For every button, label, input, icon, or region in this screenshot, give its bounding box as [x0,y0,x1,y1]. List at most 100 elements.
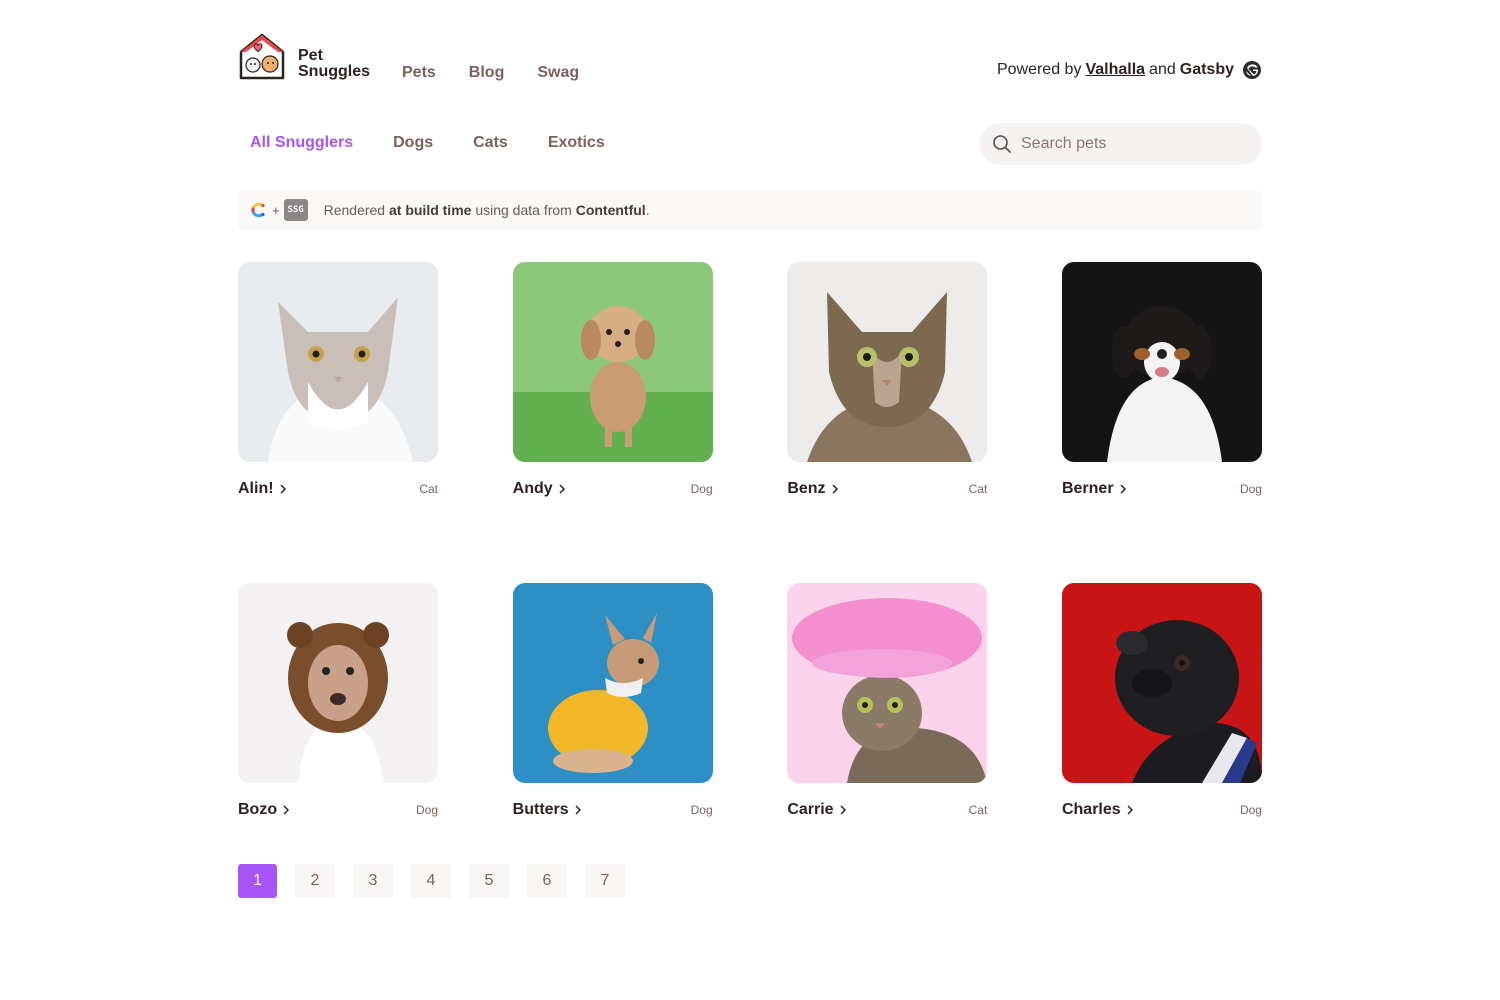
pet-photo[interactable] [512,583,713,783]
pet-meta: Benz Cat [787,480,987,498]
pet-name: Carrie [787,801,834,818]
pet-snuggles-logo[interactable] [238,32,286,80]
page-3-button[interactable]: 3 [353,864,393,898]
pet-card[interactable]: Carrie Cat [787,583,988,819]
gatsby-icon[interactable] [1242,60,1262,80]
page-7-button[interactable]: 7 [585,864,625,898]
chevron-right-icon [280,484,286,494]
pet-name-link[interactable]: Berner [1062,480,1127,498]
pet-card[interactable]: Alin! Cat [238,262,438,498]
gatsby-label: Gatsby [1179,61,1234,78]
pet-name-link[interactable]: Charles [1062,801,1134,819]
powered-by: Powered by Valhalla and Gatsby [997,60,1262,80]
render-info-banner: + SSG Rendered at build time using data … [238,190,1262,230]
pet-meta: Carrie Cat [787,801,987,819]
pet-name-link[interactable]: Andy [513,480,566,498]
chevron-right-icon [1120,484,1126,494]
pet-type: Dog [415,803,438,817]
banner-text-1: Rendered [323,202,386,218]
search-box[interactable] [980,123,1262,165]
pet-card[interactable]: Charles Dog [1061,583,1262,819]
pet-name: Berner [1061,480,1114,497]
banner-text-2: using data from [475,202,572,218]
nav-pets[interactable]: Pets [402,64,436,82]
filter-cats[interactable]: Cats [473,134,508,152]
cat-photo [238,262,438,462]
pet-card[interactable]: Berner Dog [1061,262,1262,498]
chevron-right-icon [283,805,290,815]
filter-all-snugglers[interactable]: All Snugglers [250,134,353,152]
search-icon [993,135,1011,153]
pet-name: Benz [787,480,826,497]
page-6-button[interactable]: 6 [527,864,567,898]
nav-swag[interactable]: Swag [537,64,579,82]
filter-dogs[interactable]: Dogs [393,134,433,152]
dog-photo [512,262,713,462]
pet-name-link[interactable]: Carrie [787,801,846,819]
banner-text-end: . [645,202,650,218]
chevron-right-icon [840,805,846,815]
dog-photo [238,583,438,783]
pet-card[interactable]: Butters Dog [512,583,713,819]
pet-card[interactable]: Andy Dog [512,262,713,498]
pet-meta: Bozo Dog [238,801,438,819]
dog-photo [1061,583,1262,783]
brand-name[interactable]: Pet Snuggles [298,48,370,80]
pet-name-link[interactable]: Bozo [238,801,290,819]
filter-exotics[interactable]: Exotics [548,134,605,152]
cat-photo [787,583,988,783]
top-nav: Pets Blog Swag [402,64,579,82]
plus-sign: + [272,202,280,218]
pet-photo[interactable] [787,583,988,783]
pet-type: Cat [968,482,988,496]
chevron-right-icon [559,484,565,494]
pet-photo[interactable] [238,583,438,783]
powered-prefix: Powered by [996,61,1082,78]
cat-photo [787,262,988,462]
page-2-button[interactable]: 2 [295,864,335,898]
pet-name-link[interactable]: Alin! [238,480,287,498]
brand-line-2: Snuggles [298,63,371,80]
chevron-right-icon [575,805,581,815]
pagination: 1 2 3 4 5 6 7 [238,864,625,898]
page-4-button[interactable]: 4 [411,864,451,898]
pet-photo[interactable] [1061,262,1262,462]
category-filters: All Snugglers Dogs Cats Exotics [250,134,605,152]
pet-type: Cat [419,482,438,496]
pet-meta: Butters Dog [513,801,713,819]
page-1-button[interactable]: 1 [238,864,277,898]
site-header: Pet Snuggles Pets Blog Swag Powered by V… [238,32,1262,82]
pet-photo[interactable] [238,262,438,462]
brand-line-1: Pet [298,47,323,64]
ssg-badge: SSG [283,199,308,221]
pet-name: Andy [512,480,553,497]
pet-name: Alin! [238,480,274,497]
pet-name-link[interactable]: Butters [513,801,582,819]
pet-name: Butters [512,801,569,818]
pet-type: Dog [1239,482,1262,496]
pet-photo[interactable] [787,262,988,462]
page-5-button[interactable]: 5 [469,864,509,898]
pet-photo[interactable] [512,262,713,462]
nav-blog[interactable]: Blog [469,64,505,82]
banner-build-time: at build time [388,202,472,218]
dog-photo [1061,262,1262,462]
pet-meta: Alin! Cat [238,480,438,498]
pet-card[interactable]: Bozo Dog [238,583,438,819]
pet-meta: Berner Dog [1062,480,1262,498]
pet-type: Cat [968,803,988,817]
banner-text: Rendered at build time using data from C… [324,202,650,218]
valhalla-link[interactable]: Valhalla [1085,61,1145,79]
pet-photo[interactable] [1061,583,1262,783]
page: Pet Snuggles Pets Blog Swag Powered by V… [238,0,1262,1000]
pet-type: Dog [1239,803,1262,817]
chevron-right-icon [832,484,838,494]
pet-type: Dog [690,482,713,496]
pet-name-link[interactable]: Benz [787,480,838,498]
pet-meta: Andy Dog [513,480,713,498]
pet-card[interactable]: Benz Cat [787,262,988,498]
chevron-right-icon [1127,805,1133,815]
powered-and: and [1149,61,1176,78]
search-input[interactable] [1021,135,1251,153]
pet-name: Charles [1061,801,1121,818]
